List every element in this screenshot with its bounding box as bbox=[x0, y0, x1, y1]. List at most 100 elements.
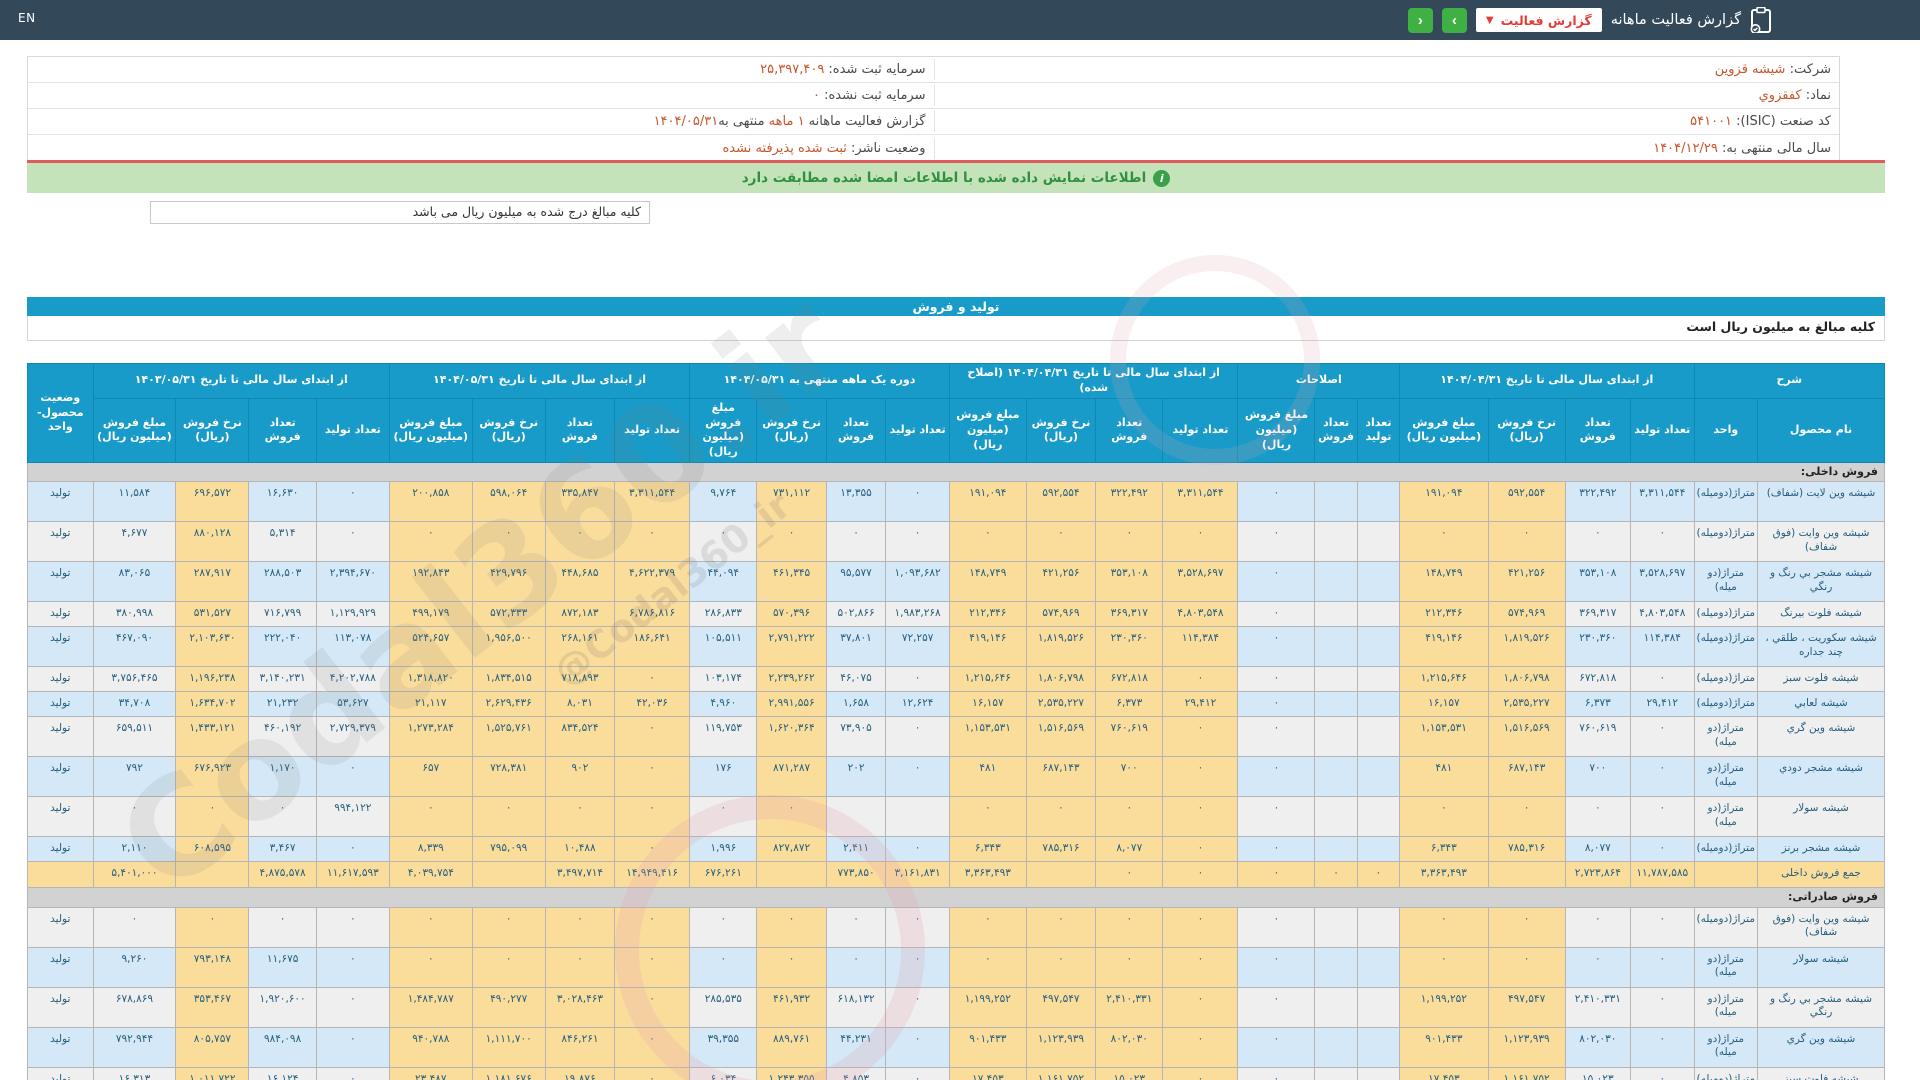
value-cell: ۵۹۸,۰۶۴ bbox=[471, 481, 546, 523]
value-cell: ۰ bbox=[1399, 946, 1489, 988]
product-name-cell: شیشه مشجر برنز bbox=[1757, 836, 1885, 863]
value-cell: ۶۷۲,۸۱۸ bbox=[1564, 666, 1632, 693]
value-cell: ۴۹۷,۵۴۷ bbox=[1487, 986, 1566, 1028]
value-cell: ۳۸۰,۹۹۸ bbox=[92, 601, 177, 628]
value-cell: ۱,۱۹۶,۲۳۸ bbox=[175, 666, 250, 693]
value-cell: ۱,۹۸۳,۲۶۸ bbox=[885, 601, 950, 628]
info-row: نماد: کفقزوي سرمایه ثبت نشده: ۰ bbox=[28, 83, 1839, 109]
table-row: شیشه وین وایت (فوق شفاف) متراژ(دومیله) ۰ ۰ ۰… bbox=[27, 521, 1885, 563]
value-cell: ۳۲۲,۴۹۲ bbox=[1564, 481, 1632, 523]
value-cell: ۸۷۱,۲۸۷ bbox=[756, 756, 827, 798]
top-bar-right-cluster: گزارش فعالیت ماهانه گزارش فعالیت ▼ › ‹ bbox=[1407, 0, 1772, 40]
previous-report-button[interactable]: ‹ bbox=[1407, 7, 1433, 33]
value-cell: ۳۶۹,۳۱۷ bbox=[1095, 601, 1164, 628]
value-cell: ۹۴۰,۷۸۸ bbox=[388, 1026, 473, 1068]
value-cell: ۱۰۵,۵۱۱ bbox=[689, 626, 758, 668]
value-cell: ۰ bbox=[1399, 796, 1489, 838]
value-cell: ۰ bbox=[544, 906, 616, 948]
value-cell: ۷۷۳,۸۵۰ bbox=[825, 861, 887, 889]
value-cell: ۴۸۱ bbox=[948, 756, 1027, 798]
value-cell: ۲۳۰,۳۶۰ bbox=[1095, 626, 1164, 668]
value-cell bbox=[1356, 666, 1401, 693]
value-cell: ۰ bbox=[614, 756, 691, 798]
value-cell bbox=[1314, 756, 1358, 798]
value-cell: ۴۸۱ bbox=[1399, 756, 1489, 798]
value-cell: ۶۷۲,۸۱۸ bbox=[1095, 666, 1164, 693]
table-row: شیشه لعابي متراژ(دومیله) ۲۹,۴۱۲ ۶,۳۷۳ ۲,۵۳۵,… bbox=[27, 691, 1885, 718]
value-cell: ۲,۳۹۴,۶۷۰ bbox=[315, 561, 390, 603]
value-cell: ۲۱,۱۱۷ bbox=[388, 691, 473, 718]
value-cell: ۱,۱۸۱,۶۷۶ bbox=[471, 1066, 546, 1080]
page-title: گزارش فعالیت ماهانه bbox=[1610, 12, 1741, 28]
value-cell: ۷۲۸,۳۸۱ bbox=[471, 756, 546, 798]
value-cell: ۰ bbox=[1314, 861, 1358, 889]
value-cell: ۲۸۵,۵۳۵ bbox=[689, 986, 758, 1028]
value-cell: ۰ bbox=[1237, 946, 1316, 988]
value-cell: ۲,۶۲۹,۴۳۶ bbox=[471, 691, 546, 718]
value-cell: ۱۶,۳۱۳ bbox=[92, 1066, 177, 1080]
value-cell: ۰ bbox=[1630, 1026, 1695, 1068]
table-row: شیشه وین وایت (فوق شفاف) متراژ(دومیله) ۰ ۰ ۰… bbox=[27, 906, 1885, 948]
value-cell bbox=[1314, 716, 1358, 758]
value-cell: ۰ bbox=[1630, 986, 1695, 1028]
value-cell: ۶۸۷,۱۴۳ bbox=[1487, 756, 1566, 798]
value-cell: ۱,۴۸۴,۷۸۷ bbox=[388, 986, 473, 1028]
value-cell: ۰ bbox=[1162, 906, 1239, 948]
value-cell: ۰ bbox=[614, 1066, 691, 1080]
column-header: تعداد فروش bbox=[248, 397, 317, 464]
value-cell: ۰ bbox=[1095, 946, 1164, 988]
value-cell: ۸۸۰,۱۲۸ bbox=[175, 521, 250, 563]
value-cell: ۱,۹۵۶,۵۰۰ bbox=[471, 626, 546, 668]
value-cell: ۰ bbox=[1237, 601, 1316, 628]
value-cell: ۰ bbox=[471, 946, 546, 988]
value-cell: ۰ bbox=[315, 906, 390, 948]
value-cell: ۰ bbox=[885, 716, 950, 758]
value-cell: ۰ bbox=[1095, 861, 1164, 889]
value-cell: ۸۰۲,۰۳۰ bbox=[1564, 1026, 1632, 1068]
column-group-header: از ابتدای سال مالی تا تاریخ ۱۴۰۳/۰۵/۳۱ bbox=[92, 363, 390, 399]
value-cell bbox=[1314, 521, 1358, 563]
value-cell: ۷۶۰,۶۱۹ bbox=[1095, 716, 1164, 758]
value-cell: ۴۲,۰۳۶ bbox=[614, 691, 691, 718]
value-cell bbox=[1314, 1066, 1358, 1080]
value-cell: ۲۸۶,۸۳۳ bbox=[689, 601, 758, 628]
product-name-cell: شیشه مشجر دودي bbox=[1757, 756, 1885, 798]
info-value: کفقزوي bbox=[1758, 88, 1802, 103]
value-cell: ۰ bbox=[885, 521, 950, 563]
value-cell: ۱,۸۳۴,۵۱۵ bbox=[471, 666, 546, 693]
amounts-unit-note: کلیه مبالغ درج شده به میلیون ریال می باش… bbox=[150, 201, 650, 224]
value-cell: ۰ bbox=[1564, 946, 1632, 988]
value-cell: ۲,۵۳۵,۲۲۷ bbox=[1487, 691, 1566, 718]
table-row: شیشه مشجر دودي متراژ(دو میله) ۰ ۷۰۰ ۶۸۷,۱۴۳ ۴… bbox=[27, 756, 1885, 798]
value-cell: ۲۱۲,۳۴۶ bbox=[1399, 601, 1489, 628]
value-cell bbox=[885, 796, 950, 838]
product-name-cell: شیشه وین وایت (فوق شفاف) bbox=[1757, 906, 1885, 948]
next-report-button[interactable]: › bbox=[1441, 7, 1467, 33]
value-cell: ۲,۵۳۵,۲۲۷ bbox=[1025, 691, 1097, 718]
value-cell: ۳,۴۶۷ bbox=[248, 836, 317, 863]
column-header: تعداد تولید bbox=[1356, 397, 1401, 464]
column-header: تعداد تولید bbox=[885, 397, 950, 464]
value-cell: ۱۱,۷۸۷,۵۸۵ bbox=[1630, 861, 1695, 889]
value-cell: ۹۸۴,۰۹۸ bbox=[248, 1026, 317, 1068]
value-cell: ۲,۴۱۰,۳۳۱ bbox=[1095, 986, 1164, 1028]
value-cell: ۱۶,۱۵۷ bbox=[948, 691, 1027, 718]
product-name-cell: شیشه وین لایت (شفاف) bbox=[1757, 481, 1885, 523]
column-group-header: از ابتدای سال مالی تا تاریخ ۱۴۰۴/۰۴/۳۱ bbox=[1399, 363, 1695, 399]
value-cell: ۰ bbox=[1630, 521, 1695, 563]
value-cell: ۰ bbox=[1237, 861, 1316, 889]
language-toggle-en[interactable]: EN bbox=[18, 11, 36, 25]
section-row: فروش داخلی: bbox=[27, 462, 1885, 483]
report-type-dropdown[interactable]: گزارش فعالیت ▼ bbox=[1475, 8, 1602, 32]
value-cell: ۴۲۱,۲۵۶ bbox=[1025, 561, 1097, 603]
unit-cell: متراژ(دومیله) bbox=[1693, 601, 1759, 628]
value-cell: ۰ bbox=[1162, 861, 1239, 889]
value-cell: ۱۴۸,۷۴۹ bbox=[948, 561, 1027, 603]
value-cell bbox=[1314, 796, 1358, 838]
value-cell: ۰ bbox=[1162, 521, 1239, 563]
value-cell: ۰ bbox=[1399, 521, 1489, 563]
value-cell: ۰ bbox=[689, 796, 758, 838]
value-cell: ۰ bbox=[1095, 796, 1164, 838]
value-cell: ۲۰۰,۸۵۸ bbox=[388, 481, 473, 523]
column-header: تعداد تولید bbox=[1630, 397, 1695, 464]
